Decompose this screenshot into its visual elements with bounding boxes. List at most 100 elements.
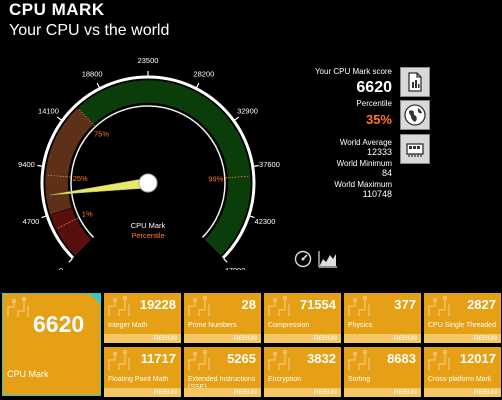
gauge-tick-label: 14100 — [38, 107, 59, 116]
gauge-tick — [37, 164, 43, 167]
test-tile-value: 2827 — [467, 297, 496, 312]
gauge-marker-label: 25% — [73, 174, 88, 183]
circuit-pattern-icon — [348, 350, 370, 370]
gauge-marker-label: 1% — [82, 209, 93, 218]
rerun-button[interactable]: RERUN — [184, 334, 261, 343]
rerun-button[interactable]: RERUN — [104, 334, 181, 343]
document-icon[interactable] — [400, 67, 430, 97]
circuit-pattern-icon — [188, 296, 210, 316]
gauge-marker-label: 99% — [208, 174, 223, 183]
world-maximum-label: World Maximum — [334, 180, 392, 189]
test-tile-label: Sorting — [348, 376, 371, 383]
selected-corner — [90, 294, 100, 304]
rerun-button[interactable]: RERUN — [424, 388, 501, 397]
test-tile-label: Floating Point Math — [108, 376, 169, 383]
gauge-band-mid — [44, 107, 94, 216]
test-tile[interactable]: 12017 Cross-platform Mark RERUN — [424, 347, 501, 397]
test-tile-value: 377 — [394, 297, 416, 312]
chart-icon[interactable] — [318, 250, 337, 268]
test-tile-label: Cross-platform Mark — [428, 376, 492, 383]
rerun-button[interactable]: RERUN — [184, 388, 261, 397]
test-tile[interactable]: 71554 Compression RERUN — [264, 293, 341, 343]
test-tile-value: 28 — [241, 297, 256, 312]
world-average-label: World Average — [339, 138, 392, 147]
gauge-tick — [196, 82, 200, 88]
score-label: Your CPU Mark score — [314, 67, 392, 76]
circuit-pattern-icon — [428, 296, 450, 316]
gauge-tick-label: 37600 — [259, 160, 280, 169]
test-tile-value: 3832 — [307, 351, 336, 366]
gauge-tick — [223, 258, 228, 263]
percentile-value: 35% — [365, 112, 392, 127]
test-tile[interactable]: 11717 Floating Point Math RERUN — [104, 347, 181, 397]
circuit-pattern-icon — [188, 350, 210, 370]
world-minimum-label: World Minimum — [336, 159, 392, 168]
rerun-button[interactable]: RERUN — [344, 388, 421, 397]
world-average-value: 12333 — [366, 147, 392, 157]
rerun-button[interactable]: RERUN — [264, 388, 341, 397]
gauge-tick-label: 28200 — [193, 69, 214, 78]
test-tile-value: 19228 — [139, 297, 176, 312]
test-tile[interactable]: 8683 Sorting RERUN — [344, 347, 421, 397]
gauge-tick-label: 0 — [59, 266, 63, 270]
rerun-button[interactable]: RERUN — [264, 334, 341, 343]
gauge-tick — [57, 116, 62, 121]
hardware-icon[interactable] — [400, 134, 430, 164]
test-tile-value: 8683 — [387, 351, 416, 366]
test-tile[interactable]: 5265Extended Instructions (SSE)RERUN — [184, 347, 261, 397]
circuit-pattern-icon — [268, 350, 290, 370]
globe-icon[interactable] — [400, 100, 430, 130]
test-tile-label: Compression — [268, 322, 310, 329]
gauge-tick — [253, 164, 259, 167]
gauge-tick — [96, 82, 100, 88]
gauge-tick-label: 9400 — [18, 160, 35, 169]
test-tile-label: Integer Math — [108, 322, 148, 329]
test-tiles: 6620 CPU Mark 19228 Integer Math RERUN 28 Pr… — [0, 291, 502, 400]
circuit-pattern-icon — [348, 296, 370, 316]
speedometer-icon[interactable] — [294, 250, 312, 268]
test-tile-value: 71554 — [299, 297, 336, 312]
rerun-button[interactable]: RERUN — [104, 388, 181, 397]
score-panel: Your CPU Mark score 6620 Percentile 35% … — [300, 67, 392, 201]
cpu-mark-tile-value: 6620 — [33, 311, 85, 337]
test-tile-label: Encryption — [268, 376, 302, 383]
gauge-tick — [234, 116, 239, 121]
circuit-pattern-icon — [268, 296, 290, 316]
test-tile[interactable]: 377 Physics RERUN — [344, 293, 421, 343]
page-subtitle: Your CPU vs the world — [9, 22, 170, 39]
cpu-mark-tile[interactable]: 6620 CPU Mark — [2, 293, 101, 396]
score-value: 6620 — [356, 79, 392, 96]
world-minimum-value: 84 — [381, 168, 392, 178]
test-tile[interactable]: 19228 Integer Math RERUN — [104, 293, 181, 343]
test-tile[interactable]: 2827 CPU Single Threaded RERUN — [424, 293, 501, 343]
gauge-tick-label: 32900 — [237, 107, 258, 116]
gauge-tick-label: 18800 — [82, 69, 103, 78]
test-tile[interactable]: 28 Prime Numbers RERUN — [184, 293, 261, 343]
circuit-pattern-icon — [108, 350, 130, 370]
gauge-tick — [68, 258, 73, 263]
gauge-tick-label: 47000 — [225, 266, 246, 270]
gauge-marker-label: 75% — [94, 129, 109, 138]
cpu-mark-gauge: 0 4700 9400 14100 18800 23500 28200 32900 37600 4… — [18, 56, 280, 270]
world-maximum-value: 110748 — [362, 189, 392, 199]
gauge-center-sublabel: Percentile — [131, 231, 164, 240]
page-title: CPU MARK — [9, 0, 105, 19]
circuit-pattern-icon — [108, 296, 130, 316]
rerun-button[interactable]: RERUN — [424, 334, 501, 343]
gauge-tick-label: 4700 — [23, 217, 40, 226]
test-tile-label: Prime Numbers — [188, 322, 237, 329]
gauge-tick — [41, 215, 47, 219]
gauge-hub — [138, 173, 158, 193]
test-tile-label: CPU Single Threaded — [428, 322, 496, 329]
test-tile-label: Physics — [348, 322, 373, 329]
cpu-mark-tile-label: CPU Mark — [7, 369, 49, 379]
percentile-label: Percentile — [356, 99, 392, 108]
gauge-tick-label: 23500 — [138, 56, 159, 65]
test-tile-value: 11717 — [140, 351, 176, 366]
test-tile-value: 5265 — [227, 351, 256, 366]
rerun-button[interactable]: RERUN — [344, 334, 421, 343]
test-tile[interactable]: 3832 Encryption RERUN — [264, 347, 341, 397]
gauge-tick-label: 42300 — [255, 217, 276, 226]
test-tile-value: 12017 — [459, 351, 496, 366]
circuit-pattern-icon — [428, 350, 450, 370]
